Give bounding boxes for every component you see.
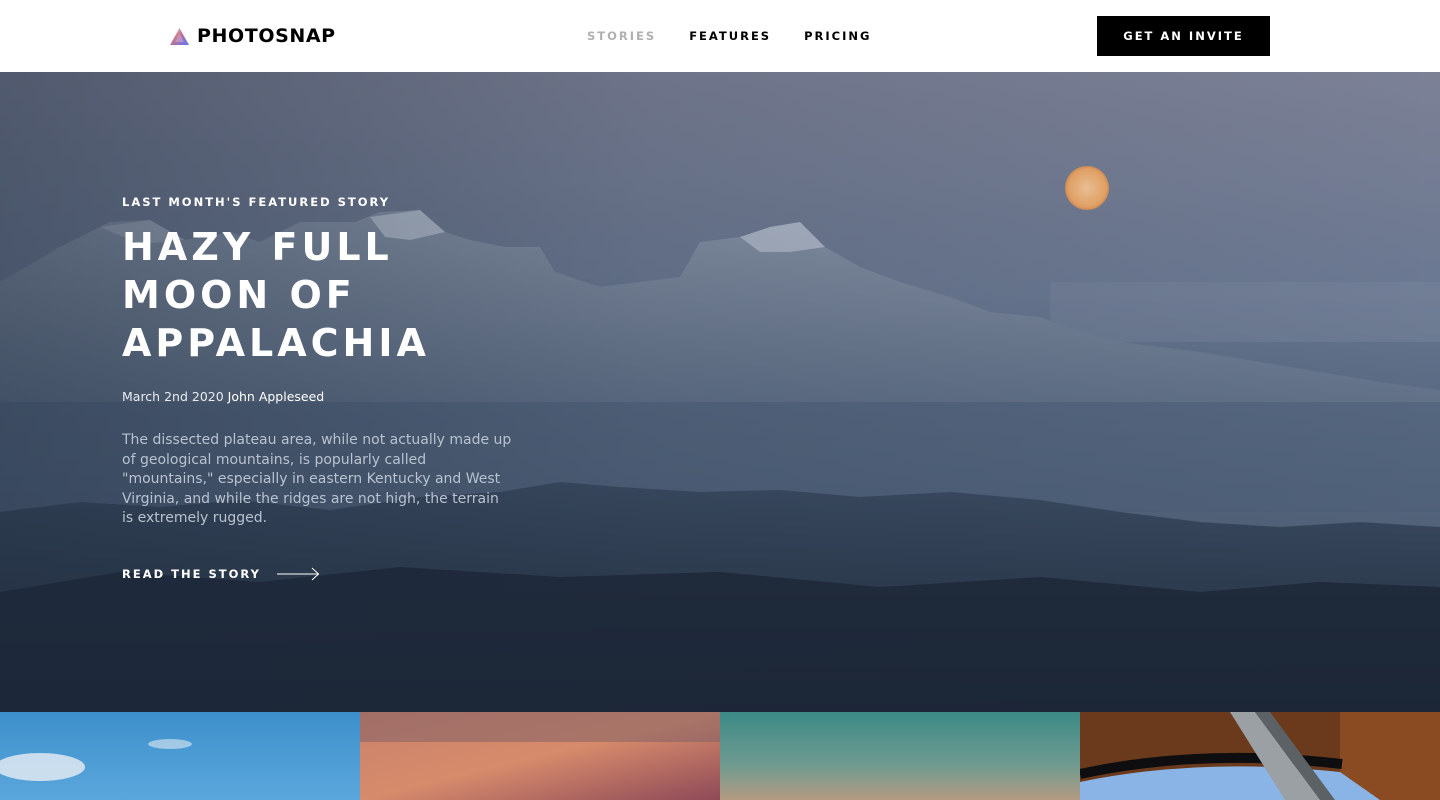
story-meta: March 2nd 2020 John Appleseed: [122, 389, 522, 405]
get-invite-button[interactable]: GET AN INVITE: [1097, 16, 1270, 56]
thumbnail-image-sky: [0, 712, 360, 800]
thumbnail-image-architecture: [1080, 712, 1440, 800]
story-thumbnail[interactable]: [720, 712, 1080, 800]
site-header: PHOTOSNAP STORIES FEATURES PRICING GET A…: [0, 0, 1440, 72]
story-description: The dissected plateau area, while not ac…: [122, 432, 512, 526]
triangle-gradient-icon: [170, 27, 189, 45]
main-nav: STORIES FEATURES PRICING: [587, 29, 904, 43]
nav-link-features[interactable]: FEATURES: [689, 29, 771, 43]
logo-text: PHOTOSNAP: [197, 25, 336, 47]
featured-eyebrow: LAST MONTH'S FEATURED STORY: [122, 195, 391, 209]
read-story-link[interactable]: READ THE STORY: [122, 567, 522, 581]
hero-content: LAST MONTH'S FEATURED STORY HAZY FULL MO…: [122, 195, 522, 581]
story-author[interactable]: John Appleseed: [228, 389, 325, 404]
story-thumbnail[interactable]: [0, 712, 360, 800]
thumbnail-image-dusk: [720, 712, 1080, 800]
logo[interactable]: PHOTOSNAP: [170, 24, 336, 48]
read-story-label: READ THE STORY: [122, 566, 261, 581]
story-thumbnail[interactable]: [1080, 712, 1440, 800]
story-thumbnail[interactable]: [360, 712, 720, 800]
arrow-right-icon: [276, 567, 320, 580]
nav-link-stories[interactable]: STORIES: [587, 29, 656, 43]
story-title: HAZY FULL MOON OF APPALACHIA: [122, 225, 430, 365]
story-date: March 2nd 2020: [122, 389, 224, 404]
nav-link-pricing[interactable]: PRICING: [804, 29, 871, 43]
thumbnail-image-sunset: [360, 712, 720, 800]
stories-thumbnail-row: [0, 712, 1440, 800]
hero-section: LAST MONTH'S FEATURED STORY HAZY FULL MO…: [0, 72, 1440, 712]
